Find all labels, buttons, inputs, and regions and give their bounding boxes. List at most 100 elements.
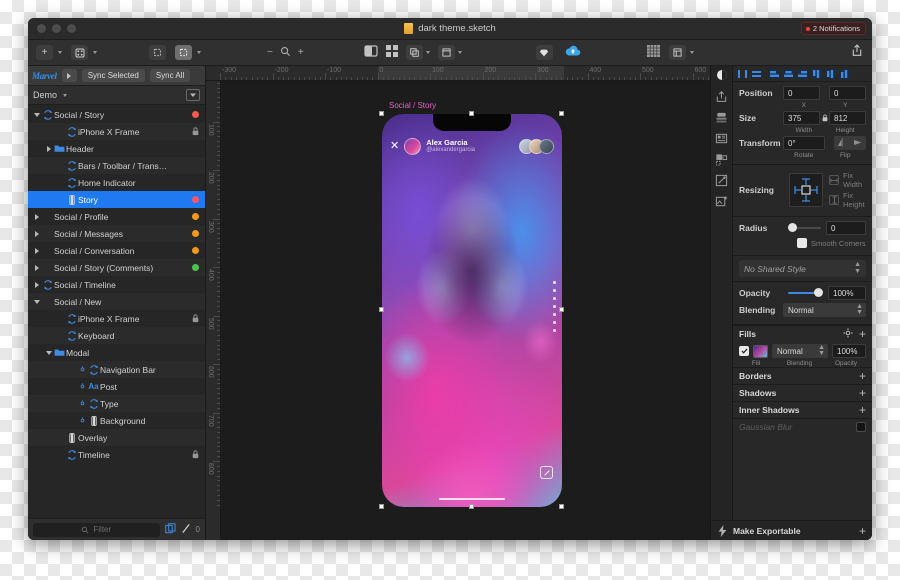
add-image-icon[interactable]	[715, 194, 729, 208]
sketch-cloud-upload-icon[interactable]	[535, 45, 553, 60]
fill-opacity-input[interactable]: 100%	[832, 344, 866, 358]
layer-row[interactable]: Social / Story (Comments)	[28, 259, 205, 276]
search-input[interactable]: Filter	[33, 522, 160, 537]
compose-icon[interactable]	[540, 466, 553, 479]
canvas[interactable]: Social / Story ✕ Alex Garcia @alexanderg…	[221, 81, 710, 540]
components-icon[interactable]	[715, 152, 729, 166]
radius-input[interactable]: 0	[826, 221, 866, 235]
status-badge[interactable]	[192, 111, 199, 118]
add-inner-shadow-button[interactable]: +	[859, 404, 866, 416]
stepper-icon[interactable]: ▲ ▼	[854, 261, 861, 275]
edit-icon[interactable]	[715, 173, 729, 187]
layer-row[interactable]: Social / Story	[28, 106, 205, 123]
lock-icon[interactable]	[192, 310, 199, 328]
fill-enabled-checkbox[interactable]	[739, 346, 749, 356]
scale-icon[interactable]	[175, 45, 192, 60]
disclosure-triangle-icon[interactable]	[32, 299, 41, 304]
disclosure-triangle-icon[interactable]	[32, 213, 41, 220]
blur-header[interactable]: Gaussian Blur	[733, 418, 872, 435]
export-icon[interactable]	[715, 89, 729, 103]
insert-icon[interactable]: +	[36, 45, 53, 60]
share-icon[interactable]	[851, 43, 863, 62]
layer-row[interactable]: iPhone X Frame	[28, 310, 205, 327]
rotate-input[interactable]: 0°	[783, 136, 825, 150]
layer-row[interactable]: Story	[28, 191, 205, 208]
zoom-window-button[interactable]	[67, 24, 76, 33]
status-badge[interactable]	[192, 264, 199, 271]
layer-list[interactable]: Social / Story iPhone X Frame Header Bars /…	[28, 105, 205, 518]
artboard-social-story[interactable]: ✕ Alex Garcia @alexandergarcia	[382, 114, 562, 507]
fill-blending-stepper-icon[interactable]: ▲ ▼	[818, 344, 825, 358]
duplicate-icon[interactable]	[164, 521, 176, 539]
radius-slider[interactable]	[788, 223, 821, 232]
group-icon[interactable]	[405, 45, 423, 60]
status-badge[interactable]	[192, 247, 199, 254]
align-center-icon[interactable]	[782, 68, 794, 79]
panel-toggle-icon[interactable]	[186, 89, 200, 101]
layer-row[interactable]: Bars / Toolbar / Trans…	[28, 157, 205, 174]
layer-row[interactable]: iPhone X Frame	[28, 123, 205, 140]
close-icon[interactable]: ✕	[390, 141, 399, 152]
magnifier-icon[interactable]	[280, 46, 291, 60]
position-y-input[interactable]: 0	[829, 86, 866, 100]
fill-swatch[interactable]	[753, 344, 768, 358]
layer-row[interactable]: Modal	[28, 344, 205, 361]
make-exportable-bar[interactable]: Make Exportable +	[711, 520, 872, 540]
layer-row[interactable]: Keyboard	[28, 327, 205, 344]
resize-pin-icon[interactable]	[789, 173, 823, 207]
flip-horizontal-icon[interactable]	[837, 134, 847, 152]
fix-width-row[interactable]: Fix Width	[829, 171, 866, 189]
layer-row[interactable]: Social / Messages	[28, 225, 205, 242]
fix-height-row[interactable]: Fix Height	[829, 191, 866, 209]
status-badge[interactable]	[192, 230, 199, 237]
layer-row[interactable]: Aa Post	[28, 378, 205, 395]
add-shadow-button[interactable]: +	[859, 387, 866, 399]
horizontal-ruler[interactable]: -300 -200 -100 0 100 200 300 400 500 600	[206, 66, 710, 81]
group-chevron-down-icon[interactable]	[425, 51, 430, 54]
lock-proportions-icon[interactable]	[820, 114, 829, 122]
disclosure-triangle-icon[interactable]	[32, 112, 41, 117]
borders-header[interactable]: Borders +	[733, 367, 872, 384]
cloud-icon[interactable]	[565, 44, 581, 62]
marvel-play-button[interactable]	[61, 69, 77, 82]
artboard-label[interactable]: Social / Story	[389, 101, 436, 110]
insert-chevron-down-icon[interactable]	[58, 51, 62, 54]
rotate-copies-icon[interactable]	[149, 45, 166, 60]
zoom-in-button[interactable]: +	[298, 47, 304, 58]
mask-icon[interactable]	[364, 44, 378, 62]
layer-row[interactable]: Social / New	[28, 293, 205, 310]
lock-icon[interactable]	[192, 123, 199, 141]
flip-vertical-icon[interactable]	[853, 134, 863, 152]
align-left-icon[interactable]	[768, 68, 780, 79]
notifications-badge[interactable]: 2 Notifications	[800, 22, 866, 35]
blending-stepper-icon[interactable]: ▲ ▼	[856, 303, 863, 317]
add-export-button[interactable]: +	[859, 525, 866, 537]
layer-row[interactable]: Overlay	[28, 429, 205, 446]
artboard-icon[interactable]	[437, 45, 455, 60]
pen-icon[interactable]	[181, 521, 191, 539]
layer-row[interactable]: Social / Profile	[28, 208, 205, 225]
shared-style-select[interactable]: No Shared Style ▲ ▼	[739, 260, 866, 277]
page-selector[interactable]: Demo	[33, 90, 68, 100]
close-window-button[interactable]	[37, 24, 46, 33]
position-x-input[interactable]: 0	[783, 86, 820, 100]
align-right-icon[interactable]	[796, 68, 808, 79]
status-badge[interactable]	[192, 213, 199, 220]
fill-blending-select[interactable]: Normal ▲ ▼	[772, 344, 828, 358]
align-middle-icon[interactable]	[824, 68, 836, 79]
avatar[interactable]	[404, 138, 422, 155]
layer-row[interactable]: Social / Conversation	[28, 242, 205, 259]
theme-contrast-icon[interactable]	[715, 68, 729, 82]
opacity-input[interactable]: 100%	[828, 286, 866, 300]
sync-all-button[interactable]: Sync All	[149, 69, 191, 82]
disclosure-triangle-icon[interactable]	[32, 230, 41, 237]
layer-row[interactable]: Home Indicator	[28, 174, 205, 191]
size-width-input[interactable]: 375	[783, 111, 820, 125]
align-bottom-icon[interactable]	[838, 68, 850, 79]
blur-enabled-checkbox[interactable]	[856, 422, 866, 432]
distribute-vertical-icon[interactable]	[750, 68, 762, 79]
vertical-ruler[interactable]: 100 200 300 400 500 600 700 800	[206, 81, 221, 540]
layer-row[interactable]: Social / Timeline	[28, 276, 205, 293]
opacity-slider-knob[interactable]	[813, 288, 823, 297]
layer-row[interactable]: Header	[28, 140, 205, 157]
